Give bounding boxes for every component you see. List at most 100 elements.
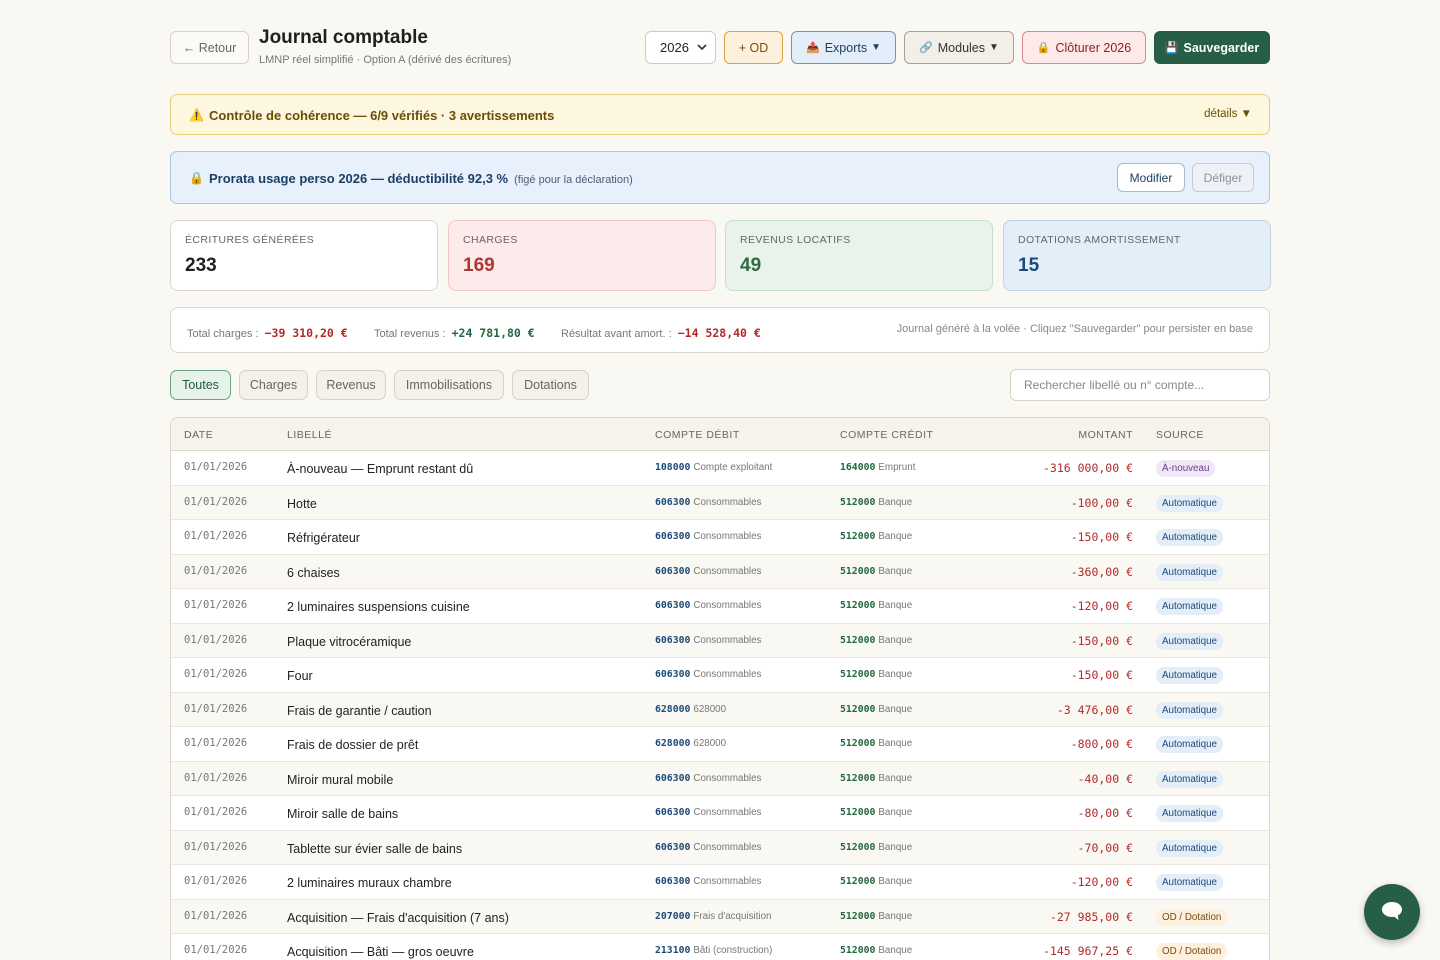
col-montant[interactable]: MONTANT xyxy=(1078,429,1133,441)
row-credit: 512000 Banque xyxy=(840,634,913,646)
row-libelle: Acquisition — Bâti — gros oeuvre xyxy=(287,945,474,959)
filter-all[interactable]: Toutes xyxy=(170,370,231,400)
unfreeze-button[interactable]: Défiger xyxy=(1192,163,1254,192)
details-toggle[interactable]: détails ▼ xyxy=(1204,108,1252,120)
table-row[interactable]: 01/01/2026 2 luminaires muraux chambre 606… xyxy=(171,865,1269,900)
year-select[interactable]: 2026 xyxy=(645,31,716,64)
table-row[interactable]: 01/01/2026 Miroir mural mobile 606300 Conso… xyxy=(171,761,1269,796)
stat-label: CHARGES xyxy=(463,234,518,246)
row-credit: 512000 Banque xyxy=(840,841,913,853)
stat-card-entries: ÉCRITURES GÉNÉRÉES 233 xyxy=(170,220,438,291)
row-debit: 606300 Consommables xyxy=(655,669,762,680)
row-libelle: À-nouveau — Emprunt restant dû xyxy=(287,462,474,476)
row-credit: 512000 Banque xyxy=(840,910,913,922)
row-debit: 628000 628000 xyxy=(655,738,727,749)
row-amount: -3 476,00 € xyxy=(1056,702,1133,717)
row-libelle: Hotte xyxy=(287,496,317,511)
add-od-button[interactable]: + OD xyxy=(724,31,783,64)
row-date: 01/01/2026 xyxy=(184,668,248,680)
col-credit[interactable]: COMPTE CRÉDIT xyxy=(840,429,933,441)
row-debit: 606300 Consommables xyxy=(655,876,762,887)
table-row[interactable]: 01/01/2026 Réfrigérateur 606300 Consommable… xyxy=(171,520,1269,555)
row-debit: 606300 Consommables xyxy=(655,531,762,542)
table-row[interactable]: 01/01/2026 Tablette sur évier salle de ba… xyxy=(171,830,1269,865)
row-debit: 606300 Consommables xyxy=(655,841,762,853)
close-year-button[interactable]: 🔒 Clôturer 2026 xyxy=(1022,31,1146,64)
row-libelle: Frais de garantie / caution xyxy=(287,703,432,718)
table-row[interactable]: 01/01/2026 Plaque vitrocéramique 606300 Con… xyxy=(171,623,1269,658)
source-badge: Automatique xyxy=(1156,736,1224,753)
table-row[interactable]: 01/01/2026 Acquisition — Bâti — gros oeuv… xyxy=(171,934,1269,960)
table-row[interactable]: 01/01/2026 Miroir salle de bains 606300 Con… xyxy=(171,796,1269,831)
filter-charges[interactable]: Charges xyxy=(239,370,308,400)
prorata-note: (figé pour la déclaration) xyxy=(514,174,633,186)
export-icon: 📤 xyxy=(806,42,820,54)
modules-label: Modules xyxy=(937,40,986,55)
save-label: Sauvegarder xyxy=(1183,40,1260,55)
exports-button[interactable]: 📤 Exports ▼ xyxy=(791,31,896,64)
totals-hint: Journal généré à la volée · Cliquez "Sau… xyxy=(896,323,1253,335)
col-debit[interactable]: COMPTE DÉBIT xyxy=(655,429,740,441)
result-before-depreciation: Résultat avant amort. : −14 528,40 € xyxy=(561,326,761,340)
modify-button[interactable]: Modifier xyxy=(1117,163,1185,192)
table-row[interactable]: 01/01/2026 Frais de dossier de prêt 628000… xyxy=(171,727,1269,762)
source-badge: OD / Dotation xyxy=(1156,908,1228,926)
table-row[interactable]: 01/01/2026 Frais de garantie / caution 628… xyxy=(171,692,1269,727)
row-debit: 628000 628000 xyxy=(655,703,727,715)
col-source[interactable]: SOURCE xyxy=(1156,429,1204,441)
stat-card-revenues: REVENUS LOCATIFS 49 xyxy=(725,220,993,291)
col-date[interactable]: DATE xyxy=(184,429,213,441)
row-date: 01/01/2026 xyxy=(184,599,248,611)
row-date: 01/01/2026 xyxy=(184,702,248,715)
row-debit: 606300 Consommables xyxy=(655,772,762,784)
table-row[interactable]: 01/01/2026 2 luminaires suspensions cuisi… xyxy=(171,589,1269,624)
warning-icon: ⚠️ xyxy=(189,108,204,122)
filter-dotations[interactable]: Dotations xyxy=(512,370,589,400)
source-badge: Automatique xyxy=(1156,494,1224,512)
row-date: 01/01/2026 xyxy=(184,633,248,646)
col-libelle[interactable]: LIBELLÉ xyxy=(287,429,332,441)
row-libelle: Plaque vitrocéramique xyxy=(287,634,412,649)
stat-card-depreciation: DOTATIONS AMORTISSEMENT 15 xyxy=(1003,220,1271,291)
row-date: 01/01/2026 xyxy=(184,564,248,577)
table-row[interactable]: 01/01/2026 Hotte 606300 Consommables 512000 B… xyxy=(171,485,1269,520)
table-row[interactable]: 01/01/2026 6 chaises 606300 Consommables 512… xyxy=(171,554,1269,589)
row-amount: -80,00 € xyxy=(1077,806,1133,820)
caret-down-icon: ▼ xyxy=(1240,108,1252,120)
exports-label: Exports xyxy=(824,40,868,55)
row-date: 01/01/2026 xyxy=(184,530,248,542)
back-button[interactable]: ← Retour xyxy=(170,31,249,64)
table-row[interactable]: 01/01/2026 Acquisition — Frais d'acquisit… xyxy=(171,899,1269,934)
source-badge: Automatique xyxy=(1156,770,1224,788)
row-credit: 512000 Banque xyxy=(840,669,913,680)
filter-revenues[interactable]: Revenus xyxy=(316,370,386,400)
row-amount: -27 985,00 € xyxy=(1049,909,1133,924)
row-amount: -100,00 € xyxy=(1070,495,1133,510)
modules-button[interactable]: 🔗 Modules ▼ xyxy=(904,31,1014,64)
row-amount: -360,00 € xyxy=(1070,564,1133,579)
stat-label: REVENUS LOCATIFS xyxy=(740,234,851,246)
row-libelle: Frais de dossier de prêt xyxy=(287,738,419,752)
source-badge: À-nouveau xyxy=(1156,460,1216,477)
source-badge: Automatique xyxy=(1156,874,1224,891)
chat-button[interactable] xyxy=(1364,884,1420,940)
row-credit: 512000 Banque xyxy=(840,945,913,956)
stat-card-charges: CHARGES 169 xyxy=(448,220,716,291)
row-debit: 108000 Compte exploitant xyxy=(655,462,773,473)
chevron-down-icon xyxy=(697,42,707,55)
table-row[interactable]: 01/01/2026 À-nouveau — Emprunt restant dû… xyxy=(171,451,1269,486)
search-input[interactable]: Rechercher libellé ou n° compte... xyxy=(1010,369,1270,401)
row-date: 01/01/2026 xyxy=(184,944,248,956)
save-button[interactable]: 💾 Sauvegarder xyxy=(1154,31,1270,64)
stat-value: 15 xyxy=(1018,255,1040,276)
total-charges: Total charges : −39 310,20 € xyxy=(187,326,348,340)
filter-immobilisations[interactable]: Immobilisations xyxy=(394,370,504,400)
table-row[interactable]: 01/01/2026 Four 606300 Consommables 512000 Ba… xyxy=(171,658,1269,693)
caret-down-icon: ▼ xyxy=(989,42,999,53)
row-libelle: 2 luminaires suspensions cuisine xyxy=(287,600,470,614)
page-title: Journal comptable xyxy=(259,27,428,48)
lock-icon: 🔒 xyxy=(189,171,204,185)
row-amount: -150,00 € xyxy=(1070,530,1133,544)
stat-value: 49 xyxy=(740,255,762,276)
row-date: 01/01/2026 xyxy=(184,840,248,853)
